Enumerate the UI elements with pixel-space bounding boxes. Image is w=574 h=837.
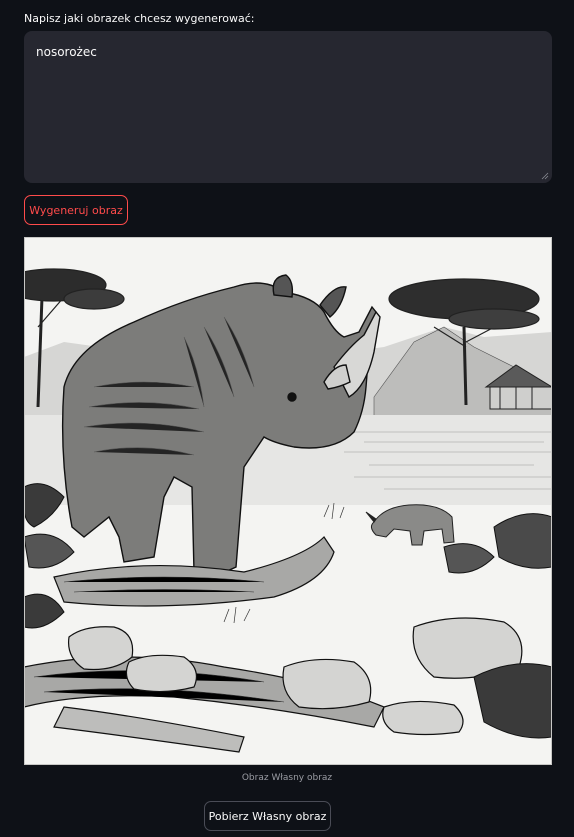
generate-image-button[interactable]: Wygeneruj obraz [24, 195, 128, 225]
generated-image [24, 237, 552, 765]
prompt-textarea[interactable]: nosorożec [24, 31, 552, 183]
resize-handle-icon[interactable] [541, 172, 549, 180]
image-caption: Obraz Własny obraz [241, 773, 333, 783]
app-page: Napisz jaki obrazek chcesz wygenerować: … [0, 0, 574, 837]
prompt-label: Napisz jaki obrazek chcesz wygenerować: [24, 12, 255, 25]
prompt-text-value: nosorożec [36, 45, 97, 59]
rhino-illustration [24, 237, 552, 765]
download-image-button[interactable]: Pobierz Własny obraz [204, 801, 331, 831]
